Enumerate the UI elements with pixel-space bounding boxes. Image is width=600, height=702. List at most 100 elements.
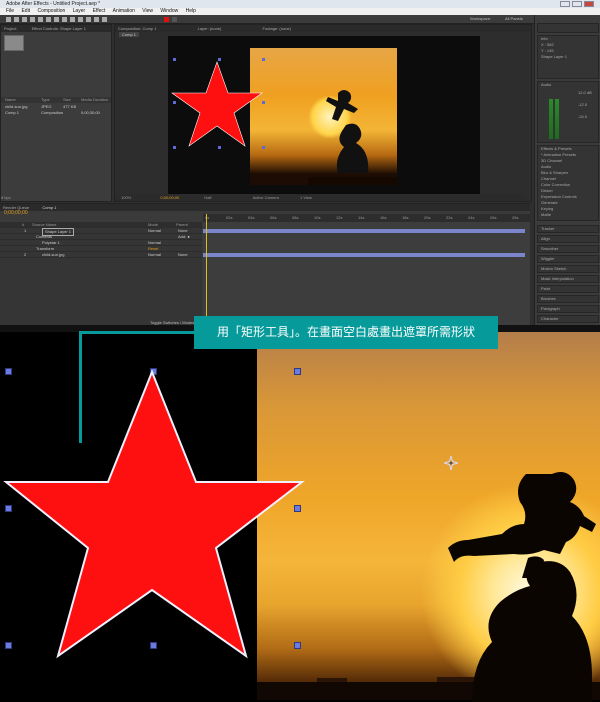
star-shape-small[interactable] [170, 60, 265, 150]
audio-meter-right [555, 99, 559, 139]
hand-tool-icon[interactable] [14, 17, 19, 22]
layer-num: 2 [24, 252, 27, 257]
star-shape[interactable] [0, 362, 310, 662]
selection-tool-icon[interactable] [6, 17, 11, 22]
comp-subtab[interactable]: Comp 1 [119, 32, 140, 37]
menu-animation[interactable]: Animation [113, 8, 135, 14]
zoom-tool-icon[interactable] [22, 17, 27, 22]
rectangle-tool-icon[interactable] [54, 17, 59, 22]
tab-composition[interactable]: Composition: Comp 1 [118, 26, 156, 31]
layer-mode[interactable]: Normal [148, 252, 161, 258]
align-panel[interactable]: Align [537, 235, 599, 243]
list-item[interactable]: Comp 1 Composition 0;00;30;00 [1, 110, 111, 116]
ruler-tick: 22s [446, 215, 453, 220]
zoom-dropdown[interactable]: 100% [121, 195, 131, 200]
wiggler-panel[interactable]: Wiggler [537, 255, 599, 263]
item-type: Composition [41, 110, 64, 115]
layer-tracks [203, 222, 530, 326]
handle[interactable] [262, 146, 265, 149]
handle[interactable] [262, 58, 265, 61]
current-time-indicator[interactable] [206, 214, 207, 326]
audio-panel: Audio 12.0 dB -12.0 -24.0 [537, 81, 599, 143]
ruler-tick: 18s [402, 215, 409, 220]
column-size[interactable]: Size [63, 97, 71, 103]
maximize-button[interactable] [572, 1, 582, 7]
after-effects-window: Adobe After Effects - Untitled Project.a… [0, 0, 600, 332]
text-tool-icon[interactable] [70, 17, 75, 22]
close-button[interactable] [584, 1, 594, 7]
menu-effect[interactable]: Effect [93, 8, 106, 14]
menu-view[interactable]: View [142, 8, 153, 14]
views-dropdown[interactable]: 1 View [300, 195, 312, 200]
layer-duration-bar[interactable] [203, 253, 525, 257]
handle[interactable] [218, 58, 221, 61]
ruler-tick: 02s [226, 215, 233, 220]
tab-project[interactable]: Project [4, 26, 16, 31]
mask-interpolation-panel[interactable]: Mask Interpolation [537, 275, 599, 283]
time-ruler[interactable]: 0s 02s 04s 06s 08s 10s 12s 14s 16s 18s 2… [203, 214, 530, 222]
timeline-timecode[interactable]: 0;00;00;00 [4, 210, 28, 216]
viewer-timecode[interactable]: 0;00;00;00 [160, 195, 179, 200]
audio-level: 12.0 dB [578, 90, 592, 95]
camera-dropdown[interactable]: Active Camera [253, 195, 279, 200]
menu-layer[interactable]: Layer [73, 8, 86, 14]
handle[interactable] [173, 146, 176, 149]
ruler-tick: 26s [490, 215, 497, 220]
smoother-panel[interactable]: Smoother [537, 245, 599, 253]
puppet-tool-icon[interactable] [102, 17, 107, 22]
ruler-tick: 16s [380, 215, 387, 220]
workspace-label: Workspace: [470, 16, 492, 21]
layer-name[interactable]: child-sun.jpg [42, 252, 64, 258]
character-panel[interactable]: Character [537, 315, 599, 323]
camera-tool-icon[interactable] [38, 17, 43, 22]
tracker-panel[interactable]: Tracker [537, 225, 599, 233]
handle[interactable] [173, 101, 176, 104]
effect-item[interactable]: Matte [541, 212, 598, 218]
ruler-tick: 08s [292, 215, 299, 220]
tab-footage[interactable]: Footage: (none) [263, 26, 291, 31]
ruler-tick: 06s [270, 215, 277, 220]
pan-behind-tool-icon[interactable] [46, 17, 51, 22]
project-thumbnail [4, 35, 24, 51]
stroke-color-swatch[interactable] [172, 17, 177, 22]
table-row[interactable]: 2 child-sun.jpg Normal None [0, 252, 202, 258]
rotate-tool-icon[interactable] [30, 17, 35, 22]
right-panels: Info X : 582 Y : 145 Shape Layer 1 Audio… [534, 15, 600, 325]
column-duration[interactable]: Media Duration [81, 97, 108, 103]
motion-sketch-panel[interactable]: Motion Sketch [537, 265, 599, 273]
ruler-tick: 14s [358, 215, 365, 220]
fill-color-swatch[interactable] [164, 17, 169, 22]
audio-meter-left [549, 99, 553, 139]
menu-composition[interactable]: Composition [37, 8, 65, 14]
column-name[interactable]: Name [5, 97, 16, 103]
handle[interactable] [173, 58, 176, 61]
menu-help[interactable]: Help [186, 8, 196, 14]
bpc-label[interactable]: 8 bpc [1, 195, 111, 201]
layer-duration-bar[interactable] [203, 229, 525, 233]
layer-parent[interactable]: None [178, 252, 188, 258]
brushes-panel[interactable]: Brushes [537, 295, 599, 303]
handle[interactable] [262, 101, 265, 104]
layer-list: # Source Name Mode Parent 1 Shape Layer … [0, 222, 202, 326]
pen-tool-icon[interactable] [62, 17, 67, 22]
menu-window[interactable]: Window [160, 8, 178, 14]
callout-leader-vertical [79, 331, 82, 443]
tab-layer[interactable]: Layer: (none) [198, 26, 222, 31]
paragraph-panel[interactable]: Paragraph [537, 305, 599, 313]
brush-tool-icon[interactable] [78, 17, 83, 22]
menu-edit[interactable]: Edit [21, 8, 30, 14]
column-type[interactable]: Type [41, 97, 50, 103]
tab-comp[interactable]: Comp 1 [42, 205, 56, 210]
info-panel: Info X : 582 Y : 145 Shape Layer 1 [537, 35, 599, 79]
clone-stamp-tool-icon[interactable] [86, 17, 91, 22]
resolution-dropdown[interactable]: Half [204, 195, 211, 200]
workspace-dropdown[interactable]: All Panels [505, 16, 523, 21]
minimize-button[interactable] [560, 1, 570, 7]
handle[interactable] [218, 146, 221, 149]
window-title: Adobe After Effects - Untitled Project.a… [6, 1, 101, 7]
menu-file[interactable]: File [6, 8, 14, 14]
paint-panel[interactable]: Paint [537, 285, 599, 293]
tab-effect-controls[interactable]: Effect Controls: Shape Layer 1 [32, 26, 86, 31]
anchor-point-icon[interactable] [444, 456, 458, 470]
eraser-tool-icon[interactable] [94, 17, 99, 22]
